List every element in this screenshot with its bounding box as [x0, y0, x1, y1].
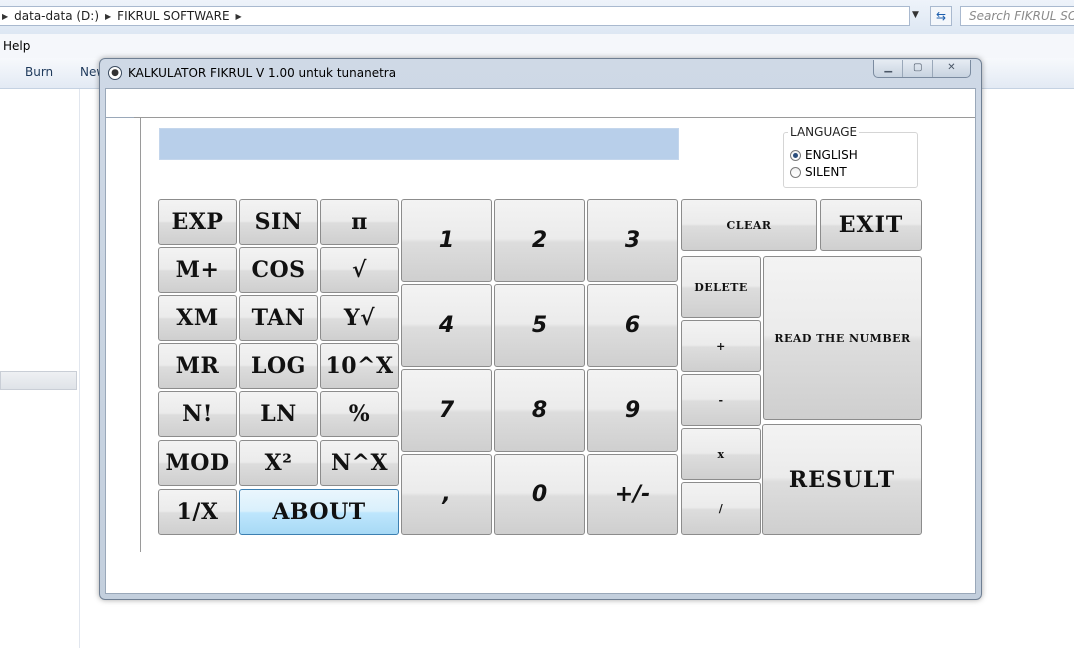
burn-button[interactable]: Burn [25, 65, 53, 79]
pi-button[interactable]: π [320, 199, 399, 245]
chevron-right-icon: ▶ [235, 11, 242, 21]
menu-help[interactable]: Help [0, 39, 30, 53]
chevron-right-icon: ▶ [105, 11, 112, 21]
digit-7-button[interactable]: 7 [401, 369, 492, 452]
digit-1-button[interactable]: 1 [401, 199, 492, 282]
result-button[interactable]: RESULT [762, 424, 922, 535]
radio-unselected-icon[interactable] [790, 166, 801, 178]
nav-selected-item[interactable] [0, 371, 77, 390]
mod-button[interactable]: MOD [158, 440, 237, 486]
sign-toggle-button[interactable]: +/- [587, 454, 678, 535]
language-option-label: SILENT [805, 165, 847, 179]
window-controls: ▁ ▢ ✕ [873, 60, 971, 78]
radio-selected-icon[interactable] [790, 149, 801, 161]
digit-8-button[interactable]: 8 [494, 369, 585, 452]
cos-button[interactable]: COS [239, 247, 318, 293]
clear-button[interactable]: CLEAR [681, 199, 817, 251]
language-option-label: ENGLISH [805, 148, 858, 162]
delete-button[interactable]: DELETE [681, 256, 761, 318]
title-bar[interactable]: ● KALKULATOR FIKRUL V 1.00 untuk tunanet… [100, 59, 981, 87]
chevron-right-icon: ▶ [2, 11, 9, 21]
app-icon: ● [108, 66, 122, 80]
n-power-button[interactable]: N^X [320, 440, 399, 486]
inverse-button[interactable]: 1/X [158, 489, 237, 535]
square-button[interactable]: X² [239, 440, 318, 486]
search-input[interactable]: Search FIKRUL SOFTWARE [960, 6, 1074, 26]
ln-button[interactable]: LN [239, 391, 318, 437]
ten-power-button[interactable]: 10^X [320, 343, 399, 389]
tan-button[interactable]: TAN [239, 295, 318, 341]
exp-button[interactable]: EXP [158, 199, 237, 245]
breadcrumb[interactable]: ▶ data-data (D:) ▶ FIKRUL SOFTWARE ▶ [0, 6, 910, 26]
chevron-down-icon[interactable]: ▼ [912, 10, 919, 20]
about-button[interactable]: ABOUT [239, 489, 399, 535]
digit-0-button[interactable]: 0 [494, 454, 585, 535]
percent-button[interactable]: % [320, 391, 399, 437]
window-title: KALKULATOR FIKRUL V 1.00 untuk tunanetra [128, 66, 397, 80]
exit-button[interactable]: EXIT [820, 199, 922, 251]
sin-button[interactable]: SIN [239, 199, 318, 245]
memory-recall-button[interactable]: MR [158, 343, 237, 389]
close-icon[interactable]: ✕ [933, 60, 970, 77]
digit-3-button[interactable]: 3 [587, 199, 678, 282]
calculator-display[interactable] [159, 128, 679, 160]
minus-button[interactable]: - [681, 374, 761, 426]
maximize-icon[interactable]: ▢ [903, 60, 933, 77]
memory-add-button[interactable]: M+ [158, 247, 237, 293]
calculator-client-area: LANGUAGE ENGLISH SILENT EXP SIN π M+ COS… [105, 88, 976, 594]
digit-2-button[interactable]: 2 [494, 199, 585, 282]
comma-button[interactable]: , [401, 454, 492, 535]
y-root-button[interactable]: Y√ [320, 295, 399, 341]
language-group: LANGUAGE ENGLISH SILENT [783, 125, 918, 188]
read-number-button[interactable]: READ THE NUMBER [763, 256, 922, 420]
navigation-pane [0, 89, 80, 648]
language-option-silent[interactable]: SILENT [790, 165, 847, 179]
log-button[interactable]: LOG [239, 343, 318, 389]
digit-6-button[interactable]: 6 [587, 284, 678, 367]
factorial-button[interactable]: N! [158, 391, 237, 437]
explorer-address-bar: ▶ data-data (D:) ▶ FIKRUL SOFTWARE ▶ ▼ ⇆… [0, 0, 1074, 35]
multiply-button[interactable]: x [681, 428, 761, 480]
language-option-english[interactable]: ENGLISH [790, 148, 858, 162]
tool-strip [106, 89, 975, 118]
language-legend: LANGUAGE [788, 125, 860, 139]
digit-5-button[interactable]: 5 [494, 284, 585, 367]
menu-bar: Help [0, 34, 1074, 59]
digit-9-button[interactable]: 9 [587, 369, 678, 452]
refresh-icon[interactable]: ⇆ [930, 6, 952, 26]
divider [134, 117, 975, 118]
minimize-icon[interactable]: ▁ [874, 60, 904, 77]
memory-clear-button[interactable]: XM [158, 295, 237, 341]
breadcrumb-folder[interactable]: FIKRUL SOFTWARE [117, 9, 229, 23]
sqrt-button[interactable]: √ [320, 247, 399, 293]
divider [140, 118, 141, 552]
plus-button[interactable]: + [681, 320, 761, 372]
divide-button[interactable]: / [681, 482, 761, 535]
digit-4-button[interactable]: 4 [401, 284, 492, 367]
calculator-window: ● KALKULATOR FIKRUL V 1.00 untuk tunanet… [99, 58, 982, 600]
breadcrumb-drive[interactable]: data-data (D:) [14, 9, 99, 23]
